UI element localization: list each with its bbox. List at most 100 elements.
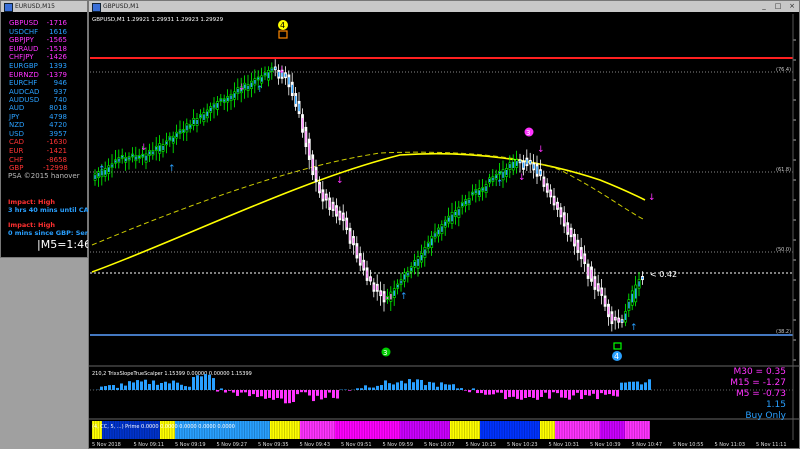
trend-bar	[223, 99, 225, 102]
trend-bar	[271, 68, 273, 71]
trend-bar	[451, 214, 453, 222]
histogram-bar	[528, 390, 531, 398]
trend-bar	[352, 238, 355, 244]
trend-bar	[492, 177, 494, 181]
histogram-bar	[236, 390, 239, 396]
trend-bar	[329, 200, 331, 208]
histogram-bar	[404, 383, 407, 390]
trend-strip-segment	[335, 421, 400, 439]
trend-bar	[179, 130, 181, 133]
trend-bar	[437, 229, 440, 235]
histogram-bar	[512, 390, 515, 397]
time-label: 5 Nov 09:19	[175, 442, 206, 448]
trend-bar	[172, 137, 174, 142]
histogram-bar	[260, 390, 263, 397]
histogram-bar	[624, 382, 627, 390]
trend-bar	[227, 97, 229, 101]
histogram-bar	[396, 382, 399, 390]
histogram-bar	[168, 383, 171, 390]
value-readout: 1.15	[765, 400, 786, 410]
histogram-bar	[144, 379, 147, 390]
histogram-bar	[204, 374, 207, 390]
histogram-bar	[604, 390, 607, 395]
wave-label-4-top: 4	[280, 21, 285, 30]
histogram-bar	[360, 388, 363, 390]
trend-bar	[363, 262, 365, 269]
trend-bar	[400, 280, 402, 284]
trend-bar	[301, 118, 304, 129]
trend-bar	[434, 233, 436, 237]
histogram-bar	[280, 390, 283, 399]
histogram-bar	[248, 390, 251, 397]
histogram-bar	[224, 390, 227, 393]
histogram-bar	[412, 382, 415, 390]
histogram-bar	[524, 390, 527, 398]
trend-bar	[274, 67, 276, 70]
time-label: 5 Nov 09:51	[341, 442, 372, 448]
histogram-bar	[520, 390, 523, 400]
trend-bar	[638, 281, 640, 287]
time-label: 5 Nov 09:35	[258, 442, 289, 448]
trend-bar	[138, 156, 140, 158]
histogram-bar	[212, 378, 215, 390]
trend-bar	[403, 274, 406, 280]
trend-bar	[155, 147, 157, 150]
histogram-bar	[112, 385, 115, 390]
trend-strip-segment	[400, 421, 450, 439]
trend-bar	[546, 185, 548, 191]
trend-bar	[199, 115, 202, 118]
histogram-bar	[480, 390, 483, 394]
trend-bar	[111, 164, 113, 167]
trend-bar	[502, 171, 504, 178]
trend-bar	[369, 277, 372, 281]
histogram-bar	[308, 390, 311, 396]
histogram-bar	[336, 390, 339, 399]
trend-bar	[322, 191, 324, 199]
trend-bar	[431, 238, 433, 246]
histogram-bar	[300, 390, 303, 393]
histogram-bar	[136, 380, 139, 390]
trend-bar	[142, 154, 144, 157]
trend-bar	[128, 157, 130, 160]
sell-arrow-icon: ↓	[278, 66, 286, 76]
trend-bar	[458, 209, 460, 216]
buy-arrow-icon: ↑	[496, 179, 504, 189]
histogram-bar	[508, 390, 511, 398]
time-label: 5 Nov 10:23	[507, 442, 538, 448]
trend-bar	[512, 161, 514, 168]
trend-bar	[257, 77, 259, 80]
histogram-bar	[400, 380, 403, 390]
trend-strip-segment	[300, 421, 335, 439]
m5-readout: M5 = -0.73	[735, 389, 786, 399]
histogram-bar	[592, 390, 595, 394]
buy-arrow-icon: ↑	[98, 165, 106, 175]
histogram-bar	[172, 380, 175, 390]
time-label: 5 Nov 10:07	[424, 442, 455, 448]
histogram-bar	[296, 390, 299, 395]
trend-strip-segment	[625, 421, 650, 439]
trend-bar	[186, 125, 188, 131]
trend-bar	[631, 293, 633, 303]
histogram-bar	[588, 390, 591, 396]
time-label: 5 Nov 10:39	[590, 442, 621, 448]
price-chart[interactable]: GBPUSD,M1 1.29921 1.29931 1.29923 1.2992…	[0, 0, 800, 449]
signal-readout: Buy Only	[745, 411, 786, 421]
histogram-bar	[264, 390, 267, 399]
histogram-bar	[544, 390, 547, 393]
trend-bar	[414, 261, 416, 266]
trend-bar	[118, 158, 120, 162]
ohlc-readout: GBPUSD,M1 1.29921 1.29931 1.29923 1.2992…	[92, 17, 224, 23]
histogram-bar	[600, 390, 603, 394]
trend-bar	[590, 269, 593, 279]
trend-bar	[587, 266, 589, 276]
trend-bar	[468, 199, 470, 204]
trend-bar	[465, 200, 467, 205]
histogram-bar	[568, 390, 571, 400]
histogram-bar	[156, 384, 159, 390]
trend-bar	[346, 220, 348, 228]
time-label: 5 Nov 2018	[92, 442, 121, 448]
trend-bar	[482, 188, 484, 191]
histogram-bar	[468, 390, 471, 393]
trend-bar	[230, 95, 232, 100]
trend-bar	[526, 159, 528, 165]
